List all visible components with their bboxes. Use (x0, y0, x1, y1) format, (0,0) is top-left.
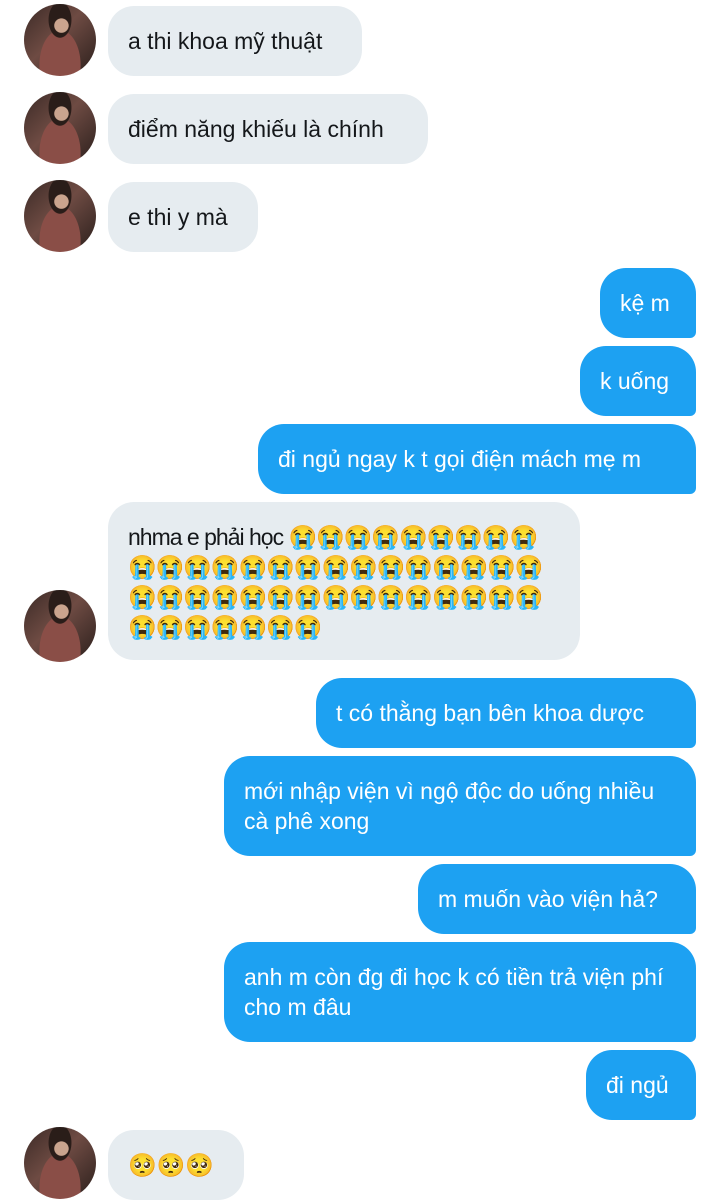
message-text: đi ngủ ngay k t gọi điện mách mẹ m (278, 446, 642, 472)
message-bubble-incoming[interactable]: e thi y mà (108, 182, 258, 252)
message-text: m muốn vào viện hả? (438, 886, 658, 912)
message-text: k uống (600, 368, 670, 394)
message-bubble-outgoing[interactable]: anh m còn đg đi học k có tiền trả viện p… (224, 942, 696, 1042)
message-bubble-incoming[interactable]: điểm năng khiếu là chính (108, 94, 428, 164)
message-bubble-incoming[interactable]: 🥺🥺🥺 (108, 1130, 244, 1200)
message-text: đi ngủ (606, 1072, 669, 1098)
avatar[interactable] (24, 590, 96, 662)
message-text: nhma e phải học 😭😭😭😭😭😭😭😭😭😭😭😭😭😭😭😭😭😭😭😭😭😭😭😭… (128, 524, 544, 640)
message-text: t có thằng bạn bên khoa dược (336, 700, 644, 726)
message-bubble-outgoing[interactable]: mới nhập viện vì ngộ độc do uống nhiều c… (224, 756, 696, 856)
message-text: điểm năng khiếu là chính (128, 116, 384, 142)
message-bubble-outgoing[interactable]: t có thằng bạn bên khoa dược (316, 678, 696, 748)
message-text: 🥺🥺🥺 (128, 1152, 214, 1178)
message-text: e thi y mà (128, 204, 228, 230)
avatar[interactable] (24, 180, 96, 252)
message-text: a thi khoa mỹ thuật (128, 28, 323, 54)
message-bubble-outgoing[interactable]: đi ngủ ngay k t gọi điện mách mẹ m (258, 424, 696, 494)
avatar[interactable] (24, 4, 96, 76)
message-bubble-incoming[interactable]: a thi khoa mỹ thuật (108, 6, 362, 76)
message-text: anh m còn đg đi học k có tiền trả viện p… (244, 964, 664, 1020)
message-bubble-outgoing[interactable]: đi ngủ (586, 1050, 696, 1120)
message-bubble-outgoing[interactable]: k uống (580, 346, 696, 416)
message-bubble-outgoing[interactable]: m muốn vào viện hả? (418, 864, 696, 934)
message-bubble-incoming[interactable]: nhma e phải học 😭😭😭😭😭😭😭😭😭😭😭😭😭😭😭😭😭😭😭😭😭😭😭😭… (108, 502, 580, 660)
message-text: mới nhập viện vì ngộ độc do uống nhiều c… (244, 778, 655, 834)
avatar[interactable] (24, 1127, 96, 1199)
avatar[interactable] (24, 92, 96, 164)
message-text: kệ m (620, 290, 670, 316)
message-bubble-outgoing[interactable]: kệ m (600, 268, 696, 338)
